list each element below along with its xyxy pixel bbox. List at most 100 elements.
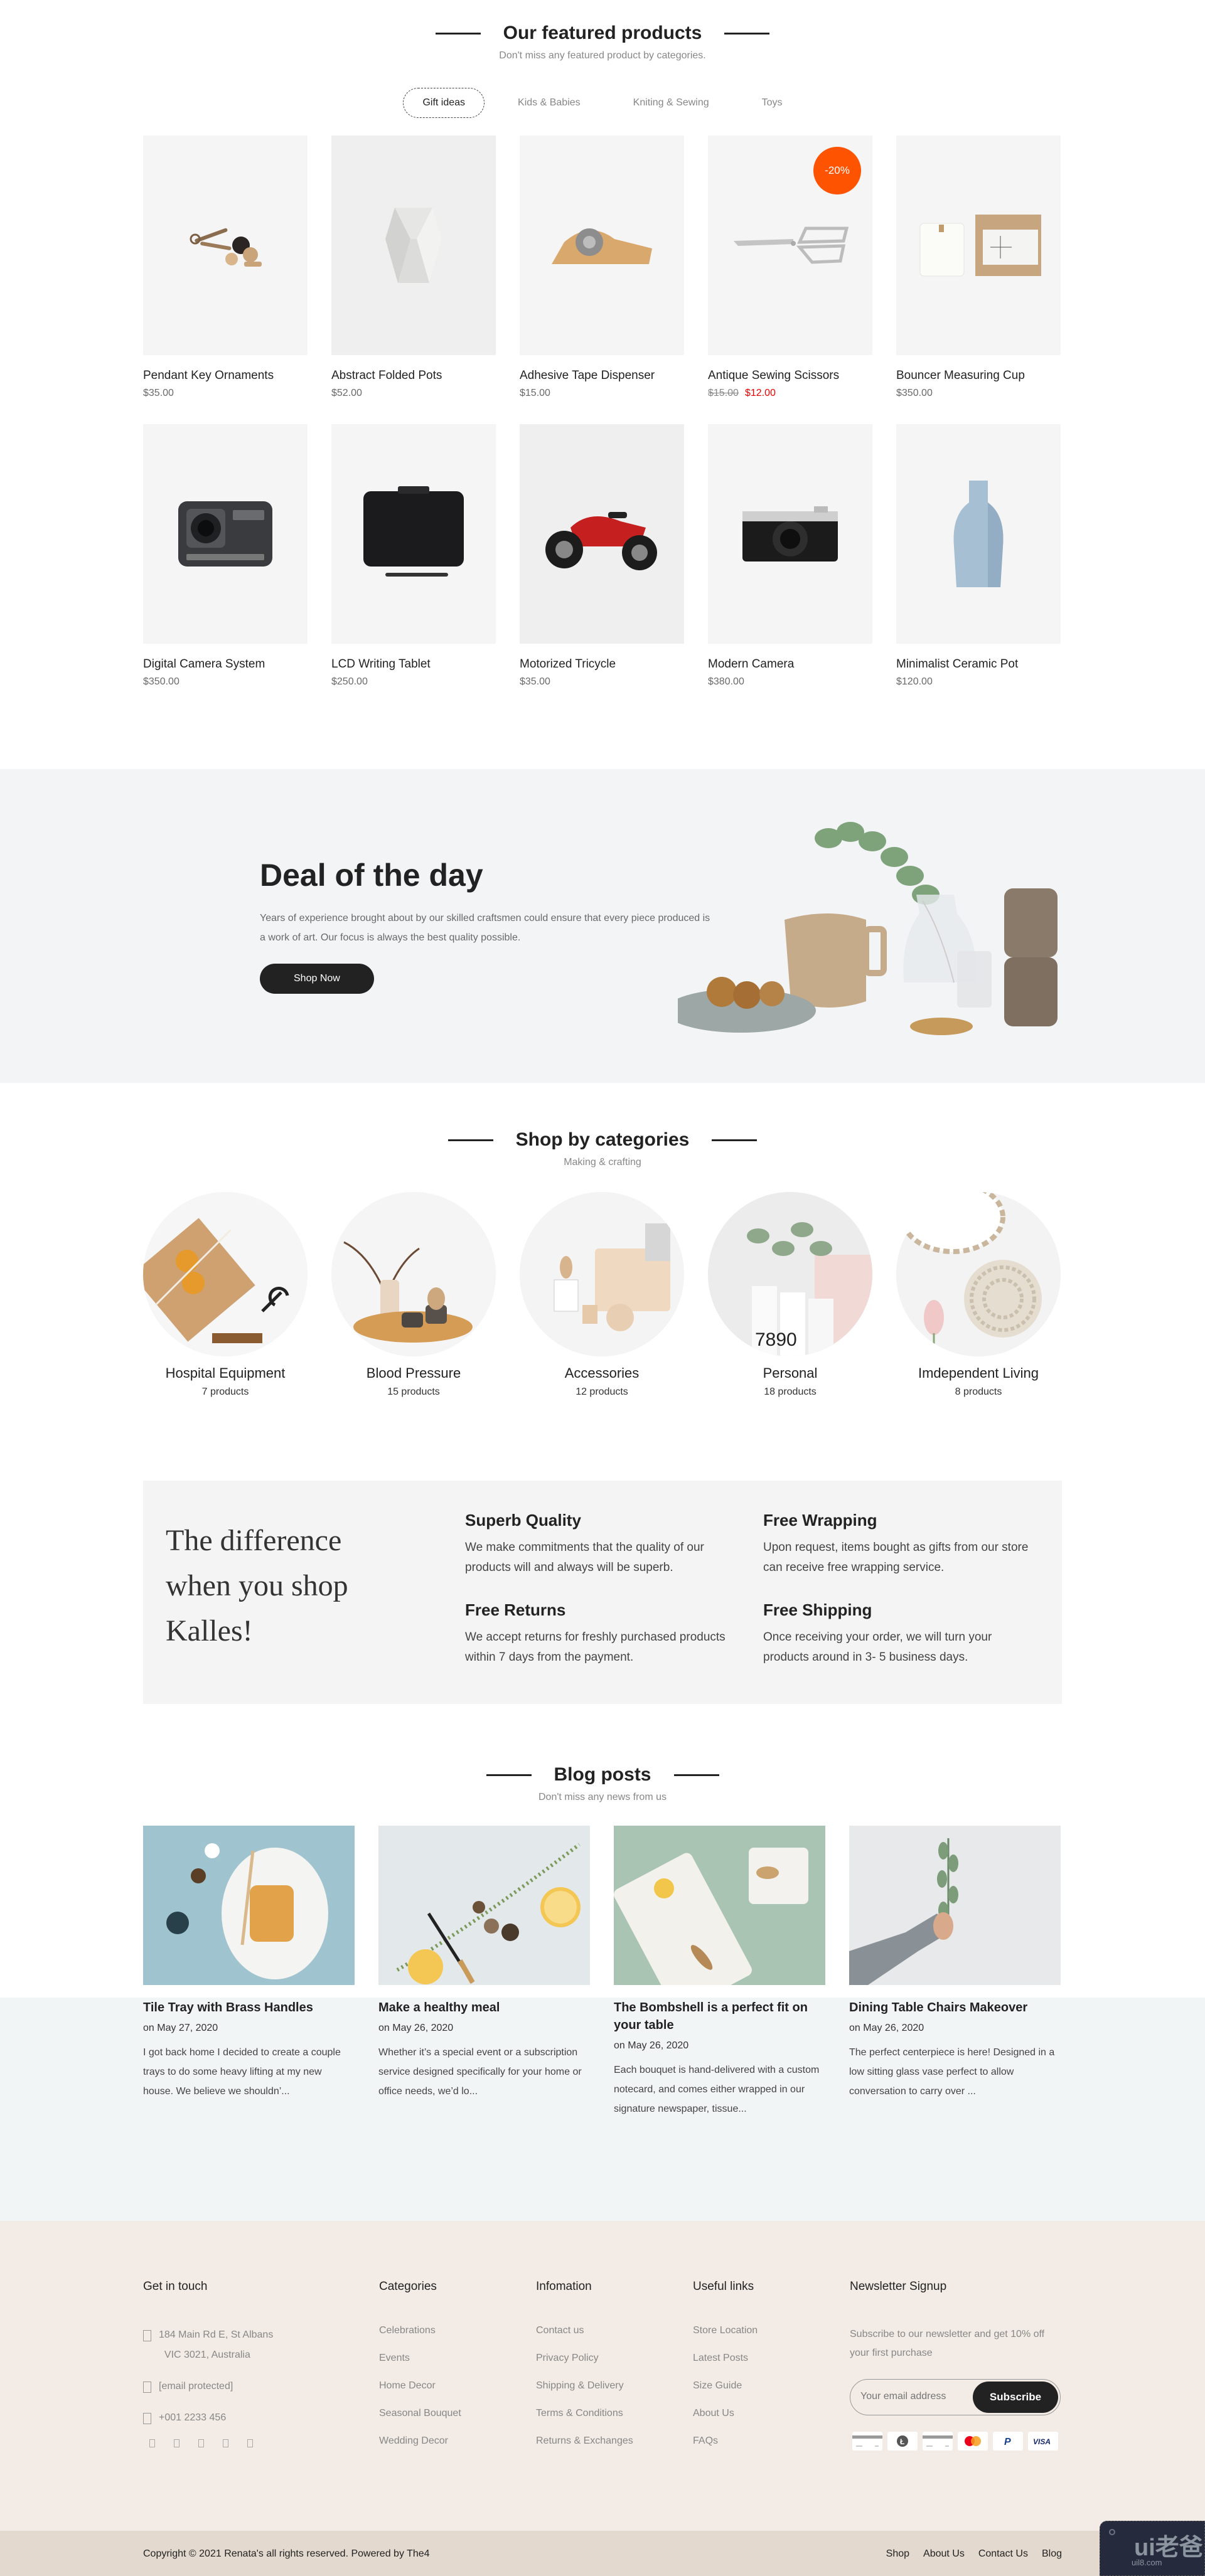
product-name[interactable]: Minimalist Ceramic Pot [896, 657, 1061, 671]
pinterest-icon[interactable] [247, 2439, 253, 2447]
footer-link[interactable]: Contact us [536, 2325, 633, 2336]
category-count: 8 products [955, 1386, 1002, 1397]
bottom-link-about-us[interactable]: About Us [923, 2548, 965, 2560]
blog-image[interactable] [849, 1826, 1061, 1985]
product-name[interactable]: Motorized Tricycle [520, 657, 684, 671]
product-image[interactable] [708, 424, 872, 644]
product-card[interactable]: -20% Antique Sewing Scissors $15.00 $12.0… [708, 136, 872, 399]
footer-link[interactable]: Returns & Exchanges [536, 2435, 633, 2447]
product-image[interactable]: -20% [708, 136, 872, 355]
footer-link[interactable]: FAQs [693, 2435, 758, 2447]
footer-link[interactable]: Size Guide [693, 2380, 758, 2392]
copyright: Copyright © 2021 Renata's all rights res… [143, 2548, 430, 2559]
category-image[interactable] [331, 1192, 496, 1356]
categories-title: Shop by categories [447, 1129, 758, 1151]
feature-text: Once receiving your order, we will turn … [763, 1631, 992, 1664]
category-name[interactable]: Imdependent Living [896, 1365, 1061, 1381]
tab-toys[interactable]: Toys [742, 88, 802, 118]
tab-kids-babies[interactable]: Kids & Babies [498, 88, 600, 118]
product-image[interactable] [520, 424, 684, 644]
product-name[interactable]: Antique Sewing Scissors [708, 369, 872, 383]
product-name[interactable]: Digital Camera System [143, 657, 308, 671]
product-image[interactable] [331, 136, 496, 355]
bottom-link-blog[interactable]: Blog [1042, 2548, 1062, 2560]
product-image[interactable] [896, 424, 1061, 644]
shop-now-button[interactable]: Shop Now [260, 964, 374, 994]
litecoin-icon: Ł [887, 2432, 918, 2451]
category-item[interactable]: Blood Pressure 15 products [331, 1192, 496, 1398]
linkedin-icon[interactable] [223, 2439, 228, 2447]
blog-image[interactable] [614, 1826, 825, 1985]
category-name[interactable]: Hospital Equipment [143, 1365, 308, 1381]
blog-post[interactable]: Make a healthy meal on May 26, 2020 Whet… [378, 1826, 590, 2119]
tab-gift-ideas[interactable]: Gift ideas [403, 88, 485, 118]
footer-newsletter: Newsletter Signup Subscribe to our newsl… [850, 2280, 1063, 2451]
newsletter-email-input[interactable] [860, 2391, 973, 2402]
footer-link[interactable]: Events [379, 2353, 461, 2364]
product-name[interactable]: LCD Writing Tablet [331, 657, 496, 671]
facebook-icon[interactable] [149, 2439, 155, 2447]
product-image[interactable] [520, 136, 684, 355]
product-image[interactable] [896, 136, 1061, 355]
product-card[interactable]: LCD Writing Tablet $250.00 [331, 424, 496, 688]
visa-icon: VISA [1028, 2432, 1058, 2451]
category-name[interactable]: Personal [708, 1365, 872, 1381]
product-card[interactable]: Modern Camera $380.00 [708, 424, 872, 688]
feature-free-shipping: Free Shipping Once receiving your order,… [763, 1600, 1033, 1668]
category-item[interactable]: Hospital Equipment 7 products [143, 1192, 308, 1398]
category-item[interactable]: Accessories 12 products [520, 1192, 684, 1398]
category-image[interactable]: 7890 [708, 1192, 872, 1356]
contact-email[interactable]: [email protected] [143, 2376, 344, 2397]
footer-link[interactable]: Latest Posts [693, 2353, 758, 2364]
product-name[interactable]: Pendant Key Ornaments [143, 369, 308, 383]
footer-link[interactable]: Terms & Conditions [536, 2408, 633, 2419]
product-card[interactable]: Adhesive Tape Dispenser $15.00 [520, 136, 684, 399]
footer-link[interactable]: About Us [693, 2408, 758, 2419]
blog-post-title[interactable]: The Bombshell is a perfect fit on your t… [614, 1999, 825, 2034]
subscribe-button[interactable]: Subscribe [973, 2382, 1058, 2413]
product-card[interactable]: Abstract Folded Pots $52.00 [331, 136, 496, 399]
product-card[interactable]: Minimalist Ceramic Pot $120.00 [896, 424, 1061, 688]
blog-image[interactable] [378, 1826, 590, 1985]
category-image[interactable] [143, 1192, 308, 1356]
bottom-link-contact-us[interactable]: Contact Us [978, 2548, 1028, 2560]
product-card[interactable]: Pendant Key Ornaments $35.00 [143, 136, 308, 399]
bottom-link-shop[interactable]: Shop [886, 2548, 909, 2560]
product-image[interactable] [143, 136, 308, 355]
instagram-icon[interactable] [198, 2439, 204, 2447]
product-name[interactable]: Abstract Folded Pots [331, 369, 496, 383]
product-card[interactable]: Digital Camera System $350.00 [143, 424, 308, 688]
product-name[interactable]: Adhesive Tape Dispenser [520, 369, 684, 383]
blog-post[interactable]: The Bombshell is a perfect fit on your t… [614, 1826, 825, 2119]
product-image[interactable] [143, 424, 308, 644]
blog-image[interactable] [143, 1826, 355, 1985]
category-image[interactable] [520, 1192, 684, 1356]
blog-post[interactable]: Dining Table Chairs Makeover on May 26, … [849, 1826, 1061, 2119]
blog-post-title[interactable]: Make a healthy meal [378, 1999, 590, 2016]
product-name[interactable]: Modern Camera [708, 657, 872, 671]
category-count: 15 products [387, 1386, 440, 1397]
footer-heading: Get in touch [143, 2280, 208, 2293]
footer-link[interactable]: Seasonal Bouquet [379, 2408, 461, 2419]
footer-link[interactable]: Celebrations [379, 2325, 461, 2336]
footer-link[interactable]: Shipping & Delivery [536, 2380, 633, 2392]
category-name[interactable]: Accessories [520, 1365, 684, 1381]
product-name[interactable]: Bouncer Measuring Cup [896, 369, 1061, 383]
category-image[interactable] [896, 1192, 1061, 1356]
blog-post-title[interactable]: Dining Table Chairs Makeover [849, 1999, 1061, 2016]
product-card[interactable]: Motorized Tricycle $35.00 [520, 424, 684, 688]
category-name[interactable]: Blood Pressure [331, 1365, 496, 1381]
footer-link[interactable]: Store Location [693, 2325, 758, 2336]
blog-post-title[interactable]: Tile Tray with Brass Handles [143, 1999, 355, 2016]
blog-post[interactable]: Tile Tray with Brass Handles on May 27, … [143, 1826, 355, 2119]
footer-link[interactable]: Home Decor [379, 2380, 461, 2392]
product-image[interactable] [331, 424, 496, 644]
product-card[interactable]: Bouncer Measuring Cup $350.00 [896, 136, 1061, 399]
category-tabs: Gift ideas Kids & Babies Kniting & Sewin… [0, 88, 1205, 118]
category-item[interactable]: 7890 Personal 18 products [708, 1192, 872, 1398]
tab-kniting-sewing[interactable]: Kniting & Sewing [614, 88, 729, 118]
footer-link[interactable]: Wedding Decor [379, 2435, 461, 2447]
category-item[interactable]: Imdependent Living 8 products [896, 1192, 1061, 1398]
footer-link[interactable]: Privacy Policy [536, 2353, 633, 2364]
twitter-icon[interactable] [174, 2439, 179, 2447]
